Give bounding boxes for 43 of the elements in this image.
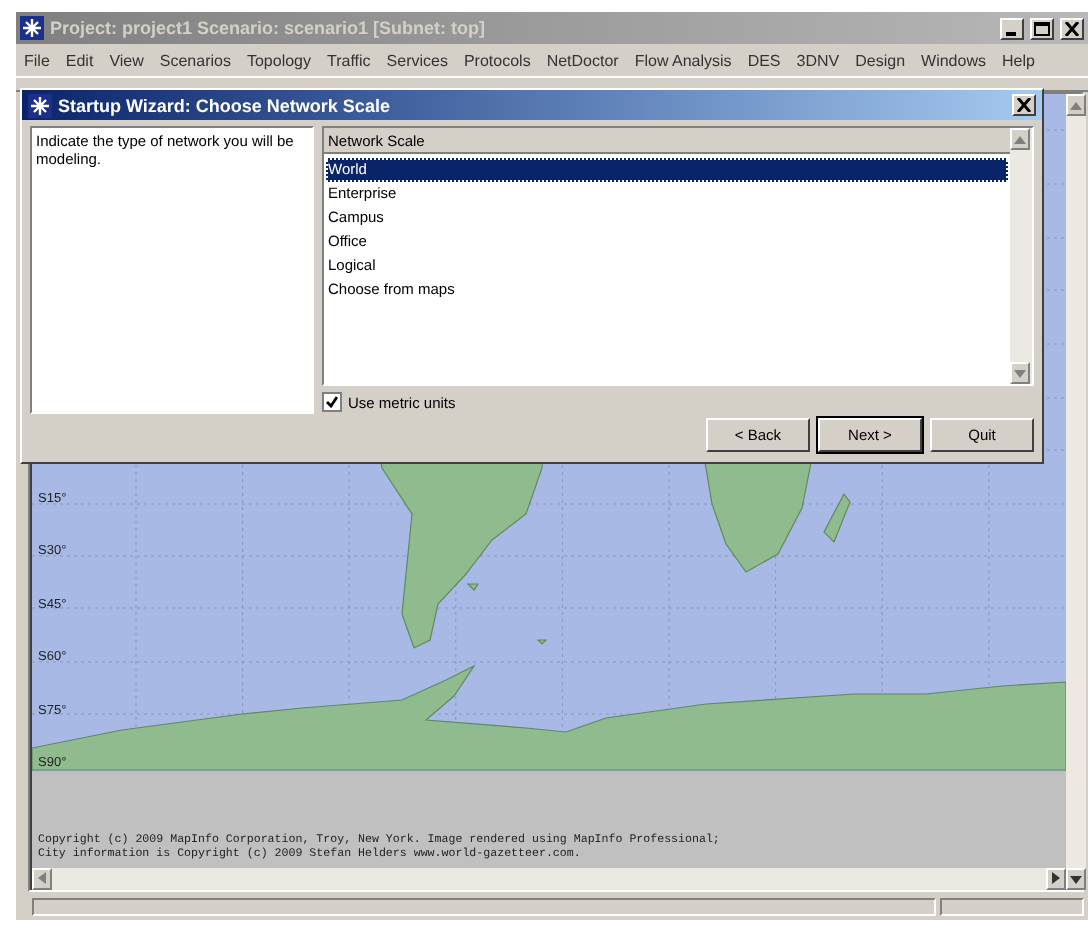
maximize-button[interactable] xyxy=(1030,17,1054,39)
vertical-scrollbar[interactable] xyxy=(1010,128,1032,384)
menu-item[interactable]: DES xyxy=(747,51,781,69)
up-arrow-icon xyxy=(1014,135,1026,143)
menu-item[interactable]: 3DNV xyxy=(796,51,840,69)
horizontal-scrollbar[interactable] xyxy=(32,867,1066,890)
minimize-button[interactable] xyxy=(1000,17,1024,39)
menu-item[interactable]: NetDoctor xyxy=(546,51,619,69)
scroll-left-button[interactable] xyxy=(32,867,52,890)
checkbox[interactable] xyxy=(322,392,342,412)
close-icon xyxy=(1016,98,1032,112)
down-arrow-icon xyxy=(1014,369,1026,377)
close-button[interactable] xyxy=(1012,94,1036,116)
menu-item[interactable]: Windows xyxy=(921,51,986,69)
menu-item[interactable]: Design xyxy=(855,51,906,69)
close-button[interactable] xyxy=(1060,17,1084,39)
down-arrow-icon xyxy=(1070,875,1082,883)
app-icon xyxy=(28,93,52,117)
scroll-up-button[interactable] xyxy=(1066,94,1086,116)
app-icon xyxy=(20,16,44,40)
menu-item[interactable]: Help xyxy=(1001,51,1035,69)
status-panel xyxy=(940,898,1084,916)
maximize-icon xyxy=(1034,21,1050,35)
menu-item[interactable]: Traffic xyxy=(327,51,371,69)
left-arrow-icon xyxy=(38,872,46,885)
scroll-right-button[interactable] xyxy=(1046,867,1066,890)
close-icon xyxy=(1064,21,1080,35)
dialog-title: Startup Wizard: Choose Network Scale xyxy=(58,95,392,115)
menu-item[interactable]: Edit xyxy=(65,51,94,69)
menu-item[interactable]: Scenarios xyxy=(159,51,231,69)
menu-item[interactable]: Topology xyxy=(246,51,311,69)
menu-item[interactable]: File xyxy=(24,51,50,69)
window-title: Project: project1 Scenario: scenario1 [Subnet: top] xyxy=(50,18,488,38)
up-arrow-icon xyxy=(1070,101,1082,109)
menu-item[interactable]: Protocols xyxy=(463,51,531,69)
scroll-down-button[interactable] xyxy=(1066,868,1086,890)
vertical-scrollbar[interactable] xyxy=(1066,94,1086,890)
menu-item[interactable]: View xyxy=(109,51,144,69)
menu-item[interactable]: Flow Analysis xyxy=(634,51,732,69)
scroll-up-button[interactable] xyxy=(1010,128,1030,150)
checkmark-icon xyxy=(326,396,338,408)
right-arrow-icon xyxy=(1052,872,1060,885)
menu-item[interactable]: Services xyxy=(386,51,448,69)
